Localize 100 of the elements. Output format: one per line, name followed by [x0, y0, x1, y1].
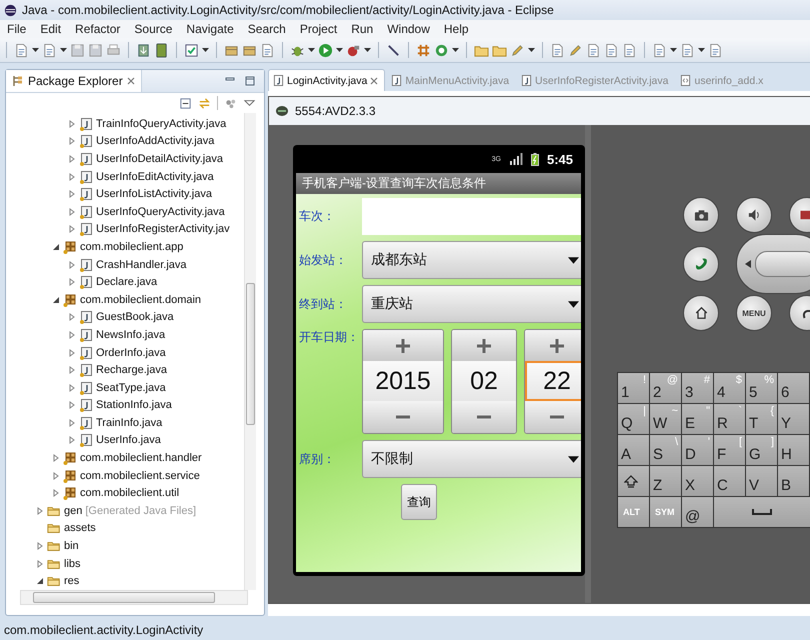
close-icon[interactable]: [126, 77, 135, 85]
date-value[interactable]: 22: [525, 361, 581, 401]
caret-icon[interactable]: [32, 48, 39, 52]
tree-item[interactable]: libs: [64, 558, 81, 570]
caret-icon[interactable]: [60, 48, 67, 52]
key[interactable]: 6: [778, 373, 809, 403]
floppy-icon[interactable]: [88, 42, 103, 58]
key[interactable]: T {: [746, 404, 777, 434]
key[interactable]: E ": [682, 404, 713, 434]
editor-tab[interactable]: LoginActivity.java: [268, 69, 386, 91]
page-icon[interactable]: [622, 42, 637, 58]
tree-item[interactable]: NewsInfo.java: [96, 328, 166, 341]
call-button[interactable]: [683, 246, 719, 282]
key[interactable]: @: [682, 497, 713, 527]
directional-pad[interactable]: [736, 234, 810, 294]
link-arrows-icon[interactable]: [198, 96, 211, 110]
tree-item[interactable]: UserInfoQueryActivity.java: [96, 206, 225, 218]
home-button[interactable]: [683, 295, 719, 331]
collapsed-arrow-icon[interactable]: [68, 313, 76, 322]
key[interactable]: V: [746, 466, 777, 496]
device-icon[interactable]: [154, 42, 169, 58]
menu-item[interactable]: Window: [387, 22, 430, 36]
decrement-button[interactable]: [452, 401, 516, 433]
key[interactable]: C: [714, 466, 745, 496]
collapsed-arrow-icon[interactable]: [68, 348, 76, 357]
menu-item[interactable]: File: [7, 22, 26, 36]
menu-item[interactable]: Project: [300, 22, 338, 36]
menu-item[interactable]: Refactor: [75, 22, 120, 36]
collapsed-arrow-icon[interactable]: [52, 454, 60, 462]
volume-button[interactable]: [736, 197, 772, 233]
tree-item[interactable]: CrashHandler.java: [96, 258, 186, 271]
page-icon[interactable]: [586, 42, 601, 58]
menu-item[interactable]: Help: [444, 22, 469, 36]
menu-button[interactable]: MENU: [736, 295, 772, 331]
collapsed-arrow-icon[interactable]: [52, 472, 60, 480]
tree-item[interactable]: UserInfoEditActivity.java: [96, 170, 214, 183]
caret-icon[interactable]: [308, 48, 315, 52]
caret-icon[interactable]: [452, 48, 459, 52]
caret-icon[interactable]: [528, 48, 535, 52]
key[interactable]: S \: [650, 435, 681, 465]
tree-item[interactable]: UserInfoAddActivity.java: [96, 135, 214, 148]
increment-button[interactable]: [525, 330, 581, 361]
horizontal-scrollbar[interactable]: [20, 590, 248, 605]
key[interactable]: W ~: [650, 404, 681, 434]
key[interactable]: Z: [650, 466, 681, 496]
close-icon[interactable]: [370, 76, 378, 84]
key[interactable]: 3 #: [682, 373, 713, 403]
date-value[interactable]: 2015: [363, 361, 443, 401]
collapse-all-icon[interactable]: [179, 96, 192, 110]
collapsed-arrow-icon[interactable]: [68, 137, 76, 146]
collapsed-arrow-icon[interactable]: [52, 489, 60, 498]
tree-item[interactable]: TrainInfo.java: [96, 416, 162, 429]
printer-icon[interactable]: [106, 42, 121, 58]
shift-key[interactable]: [618, 466, 649, 496]
tree-item[interactable]: bin: [64, 540, 79, 552]
menu-item[interactable]: Run: [351, 22, 374, 36]
key[interactable]: Q |: [618, 404, 649, 434]
tree-item[interactable]: UserInfoListActivity.java: [96, 188, 212, 200]
key[interactable]: B: [778, 466, 809, 496]
collapsed-arrow-icon[interactable]: [68, 436, 76, 444]
key[interactable]: D ': [682, 435, 713, 465]
tree-item[interactable]: gen: [64, 504, 82, 517]
menu-item[interactable]: Source: [134, 22, 172, 36]
slash-icon[interactable]: [386, 42, 401, 58]
caret-icon[interactable]: [336, 48, 343, 52]
page-icon[interactable]: [260, 42, 275, 58]
vertical-scrollbar[interactable]: [244, 113, 256, 590]
menu-item[interactable]: Edit: [40, 22, 62, 36]
decrement-button[interactable]: [525, 401, 581, 433]
caret-icon[interactable]: [202, 48, 209, 52]
checkbox-icon[interactable]: [184, 42, 199, 58]
menu-item[interactable]: Navigate: [186, 22, 234, 36]
collapsed-arrow-icon[interactable]: [68, 384, 76, 392]
tree-item[interactable]: GuestBook.java: [96, 311, 174, 324]
tree-item[interactable]: com.mobileclient.service: [80, 470, 200, 482]
package-explorer-tab[interactable]: Package Explorer: [6, 70, 142, 92]
key[interactable]: 1 !: [618, 373, 649, 403]
collapsed-arrow-icon[interactable]: [68, 208, 76, 216]
tree-item[interactable]: StationInfo.java: [96, 399, 172, 412]
train-number-field[interactable]: [362, 198, 581, 235]
tree-item[interactable]: Declare.java: [96, 276, 158, 288]
expanded-arrow-icon[interactable]: [36, 577, 44, 586]
collapsed-arrow-icon[interactable]: [36, 542, 44, 550]
center-button[interactable]: [755, 251, 810, 277]
collapsed-arrow-icon[interactable]: [68, 260, 76, 269]
collapsed-arrow-icon[interactable]: [68, 172, 76, 181]
menu-item[interactable]: Search: [248, 22, 286, 36]
collapsed-arrow-icon[interactable]: [68, 401, 76, 410]
pencil-icon[interactable]: [568, 42, 583, 58]
collapsed-arrow-icon[interactable]: [68, 418, 76, 427]
tree-item[interactable]: com.mobileclient.util: [80, 487, 180, 500]
camera-button[interactable]: [683, 197, 719, 233]
collapsed-arrow-icon[interactable]: [68, 366, 76, 374]
tree-item[interactable]: SeatType.java: [96, 382, 166, 394]
collapsed-arrow-icon[interactable]: [68, 330, 76, 339]
maximize-icon[interactable]: [244, 75, 256, 87]
tree-item[interactable]: com.mobileclient.domain: [80, 294, 202, 306]
page-icon[interactable]: [550, 42, 565, 58]
dropdown[interactable]: 重庆站: [362, 285, 581, 323]
collapsed-arrow-icon[interactable]: [68, 190, 76, 198]
